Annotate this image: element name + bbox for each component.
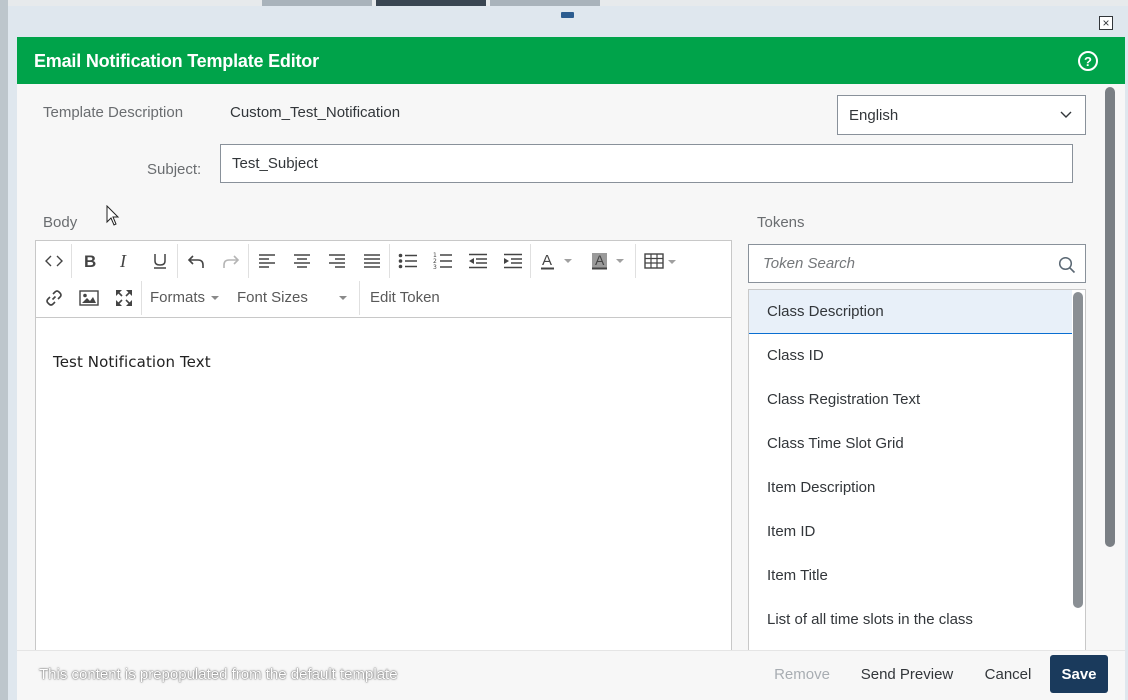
token-list: Class Description Class ID Class Registr… — [748, 289, 1086, 669]
editor-header: Email Notification Template Editor ? — [17, 37, 1125, 84]
image-icon — [78, 289, 99, 306]
formats-dropdown[interactable]: Formats — [142, 281, 226, 315]
close-icon: × — [1102, 16, 1110, 30]
token-search-field[interactable] — [748, 244, 1086, 283]
search-icon[interactable] — [1058, 256, 1076, 274]
language-selected-value: English — [849, 106, 899, 124]
numbered-list-button[interactable]: 123 — [425, 244, 460, 278]
indent-icon — [503, 253, 522, 268]
text-color-button[interactable]: A — [531, 244, 583, 278]
tokens-label: Tokens — [757, 214, 805, 231]
align-center-button[interactable] — [284, 244, 319, 278]
token-item[interactable]: Class Description — [749, 290, 1072, 334]
background-color-icon: A — [592, 252, 624, 269]
table-icon — [644, 252, 676, 269]
background-color-button[interactable]: A — [583, 244, 635, 278]
justify-button[interactable] — [354, 244, 389, 278]
template-description-value: Custom_Test_Notification — [230, 104, 401, 121]
indent-button[interactable] — [495, 244, 530, 278]
insert-image-button[interactable] — [71, 281, 106, 315]
subject-label: Subject: — [147, 161, 202, 178]
bold-icon: B — [84, 252, 96, 270]
svg-text:3: 3 — [433, 264, 437, 270]
redo-icon — [222, 254, 239, 268]
numbered-list-icon: 123 — [433, 252, 452, 270]
token-item[interactable]: Class ID — [749, 334, 1072, 378]
link-icon — [45, 289, 62, 306]
italic-icon: I — [119, 252, 127, 270]
svg-text:B: B — [84, 252, 96, 270]
bold-button[interactable]: B — [72, 244, 107, 278]
underline-button[interactable] — [142, 244, 177, 278]
help-circle-icon[interactable]: ? — [1078, 51, 1098, 71]
send-preview-button[interactable]: Send Preview — [853, 655, 961, 693]
toolbar-row-1: B I 1 2 3 A A — [36, 242, 686, 279]
underline-icon — [153, 253, 166, 269]
template-editor: Email Notification Template Editor ? Tem… — [17, 37, 1125, 700]
language-select[interactable]: English — [837, 95, 1086, 135]
token-item[interactable]: Item ID — [749, 510, 1072, 554]
editor-content[interactable]: Test Notification Text — [53, 353, 211, 371]
token-list-scrollbar[interactable] — [1073, 292, 1083, 608]
token-item[interactable]: List of all time slots in the class — [749, 598, 1072, 642]
bullet-list-button[interactable] — [390, 244, 425, 278]
fullscreen-button[interactable] — [106, 281, 141, 315]
justify-icon — [363, 253, 380, 268]
code-icon — [44, 255, 63, 266]
dialog-scrollbar[interactable] — [1105, 87, 1115, 547]
dialog: × Email Notification Template Editor ? T… — [8, 6, 1128, 700]
template-description-label: Template Description — [43, 104, 184, 121]
editor-toolbar: B I 1 2 3 A A Formats Font Sizes Edit To… — [36, 241, 731, 318]
redo-button[interactable] — [213, 244, 248, 278]
align-right-button[interactable] — [319, 244, 354, 278]
token-item[interactable]: Class Registration Text — [749, 378, 1072, 422]
background-panel — [0, 0, 8, 700]
drag-handle[interactable] — [561, 12, 574, 18]
body-label: Body — [43, 214, 78, 231]
edit-token-button[interactable]: Edit Token — [360, 281, 450, 315]
align-right-icon — [328, 253, 345, 268]
align-center-icon — [293, 253, 310, 268]
text-color-icon: A — [541, 252, 572, 269]
caret-down-icon — [211, 295, 220, 300]
insert-link-button[interactable] — [36, 281, 71, 315]
font-sizes-dropdown[interactable]: Font Sizes — [226, 280, 360, 315]
token-item[interactable]: Class Time Slot Grid — [749, 422, 1072, 466]
remove-button[interactable]: Remove — [761, 655, 843, 693]
fullscreen-icon — [115, 289, 132, 306]
caret-down-icon — [339, 295, 347, 300]
table-button[interactable] — [636, 244, 686, 278]
chevron-down-icon — [1060, 111, 1072, 118]
source-code-button[interactable] — [36, 244, 71, 278]
undo-button[interactable] — [178, 244, 213, 278]
svg-text:A: A — [542, 252, 552, 269]
mouse-cursor-icon — [106, 205, 120, 226]
outdent-button[interactable] — [460, 244, 495, 278]
toolbar-row-2: Formats Font Sizes Edit Token — [36, 279, 450, 316]
editor-title: Email Notification Template Editor — [34, 51, 319, 71]
token-item[interactable]: Item Title — [749, 554, 1072, 598]
formats-label: Formats — [150, 289, 206, 306]
save-button[interactable]: Save — [1050, 655, 1108, 693]
prepopulated-note: This content is prepopulated from the de… — [39, 666, 398, 683]
token-search-input[interactable] — [749, 248, 1039, 279]
svg-text:A: A — [595, 252, 605, 268]
cancel-button[interactable]: Cancel — [975, 655, 1041, 693]
undo-icon — [187, 254, 204, 268]
align-left-icon — [258, 253, 275, 268]
font-sizes-label: Font Sizes — [237, 289, 308, 306]
italic-button[interactable]: I — [107, 244, 142, 278]
subject-input[interactable] — [220, 144, 1073, 183]
dialog-footer: This content is prepopulated from the de… — [17, 650, 1125, 700]
bullet-list-icon — [398, 253, 417, 268]
rich-text-editor: B I 1 2 3 A A Formats Font Sizes Edit To… — [35, 240, 732, 700]
close-button[interactable]: × — [1099, 16, 1113, 30]
outdent-icon — [468, 253, 487, 268]
align-left-button[interactable] — [249, 244, 284, 278]
token-item[interactable]: Item Description — [749, 466, 1072, 510]
svg-text:I: I — [119, 252, 127, 270]
